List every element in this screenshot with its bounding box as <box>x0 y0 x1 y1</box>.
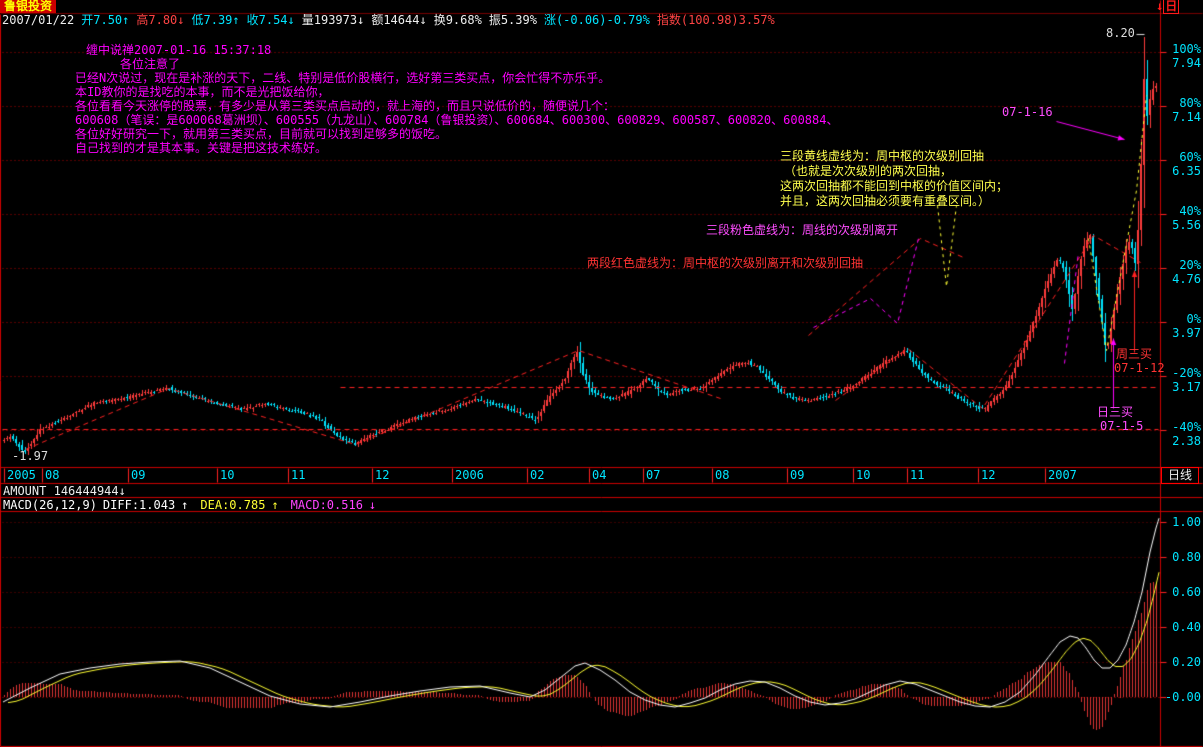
date-axis-label-3: 10 <box>220 469 234 482</box>
macd-diff-value: DIFF:1.043↑ <box>103 498 194 512</box>
date-axis-label-6: 2006 <box>455 469 484 482</box>
yellow-note-line1: 三段黄线虚线为：周中枢的次级别回抽 <box>780 150 984 163</box>
quote-field-9: 涨(-0.06)-0.79% <box>544 13 650 27</box>
quote-field-2: 高7.80↓ <box>136 13 184 27</box>
price-scale-pct-6: -20% <box>1161 367 1201 380</box>
date-axis-label-1: 08 <box>45 469 59 482</box>
quote-field-1: 开7.50↑ <box>81 13 129 27</box>
date-axis-label-0: 2005 <box>7 469 36 482</box>
yellow-note-line4: 并且，这两次回抽必须要有重叠区间。） <box>780 195 990 208</box>
commentary-line-2: 各位注意了 <box>120 58 180 71</box>
day-buy-label: 日三买 <box>1097 406 1133 419</box>
daily-period-icon: 日 <box>1163 0 1179 14</box>
down-arrow-icon: ↓ <box>369 498 376 512</box>
amount-label: AMOUNT <box>3 484 46 498</box>
date-axis-label-8: 04 <box>592 469 606 482</box>
quote-field-4: 收7.54↓ <box>247 13 295 27</box>
day-buy-date: 07-1-5 <box>1100 420 1143 433</box>
quote-field-6: 额14644↓ <box>371 13 426 27</box>
price-scale-value-6: 3.17 <box>1161 381 1201 394</box>
commentary-line-8: 自己找到的才是其本事。关键是把这技术练好。 <box>75 142 327 155</box>
date-callout-0716: 07-1-16 <box>1002 106 1053 119</box>
macd-params: MACD(26,12,9) <box>3 498 97 512</box>
macd-scale-value-2: 0.60 <box>1161 586 1201 599</box>
commentary-line-3: 已经N次说过，现在是补涨的天下，二线、特别是低价股横行，选好第三类买点，你会忙得… <box>75 72 610 85</box>
quote-field-5: 量193973↓ <box>302 13 365 27</box>
macd-scale-value-3: 0.40 <box>1161 621 1201 634</box>
price-scale-value-7: 2.38 <box>1161 435 1201 448</box>
price-scale-pct-7: -40% <box>1161 421 1201 434</box>
date-axis-label-14: 12 <box>981 469 995 482</box>
week-buy-date: 07-1-12 <box>1114 362 1165 375</box>
price-scale-value-0: 7.94 <box>1161 57 1201 70</box>
quote-date: 2007/01/22 <box>2 13 74 27</box>
date-axis-label-11: 09 <box>790 469 804 482</box>
quote-bar: 2007/01/22 开7.50↑ 高7.80↓ 低7.39↑ 收7.54↓ 量19397… <box>2 14 789 27</box>
high-price-label: 8.20 <box>1106 27 1135 40</box>
date-axis-label-4: 11 <box>291 469 305 482</box>
period-label-daily[interactable]: 日线 <box>1161 467 1199 484</box>
price-scale-pct-0: 100% <box>1161 43 1201 56</box>
amount-value: 146444944 <box>54 484 119 498</box>
app-window: 鲁银投资 ↓日 2007/01/22开7.50↑高7.80↓低7.39↑收7.5… <box>0 0 1203 747</box>
commentary-line-6: 600608（笔误：是600068葛洲坝）、600555（九龙山）、600784… <box>75 114 838 127</box>
amount-arrow-icon: ↓ <box>119 484 126 498</box>
quote-field-10: 指数(100.98)3.57% <box>657 13 775 27</box>
price-scale-pct-2: 60% <box>1161 151 1201 164</box>
price-scale-value-5: 3.97 <box>1161 327 1201 340</box>
macd-macd-value: MACD:0.516↓ <box>291 498 382 512</box>
commentary-line-5: 各位看看今天涨停的股票，有多少是从第三类买点启动的，就上海的，而且只说低价的，随… <box>75 100 615 113</box>
stock-title: 鲁银投资 <box>0 0 56 13</box>
week-buy-label: 周三买 <box>1116 348 1152 361</box>
macd-scale-value-4: 0.20 <box>1161 656 1201 669</box>
up-arrow-icon: ↑ <box>271 498 278 512</box>
yellow-note-line3: 这两次回抽都不能回到中枢的价值区间内； <box>780 180 1008 193</box>
date-axis-label-12: 10 <box>856 469 870 482</box>
price-scale-pct-1: 80% <box>1161 97 1201 110</box>
low-price-label: -1.97 <box>12 450 48 463</box>
price-scale-pct-3: 40% <box>1161 205 1201 218</box>
quote-fields: 开7.50↑ 高7.80↓ 低7.39↑ 收7.54↓ 量193973↓ 额14644↓ 换… <box>81 13 782 27</box>
date-axis-label-13: 11 <box>910 469 924 482</box>
amount-row: AMOUNT 146444944↓ <box>3 485 126 497</box>
price-scale-value-4: 4.76 <box>1161 273 1201 286</box>
commentary-line-1: 缠中说禅2007-01-16 15:37:18 <box>86 44 271 57</box>
macd-scale-value-1: 0.80 <box>1161 551 1201 564</box>
macd-dea-value: DEA:0.785↑ <box>200 498 284 512</box>
price-scale-value-1: 7.14 <box>1161 111 1201 124</box>
quote-field-7: 换9.68% <box>434 13 482 27</box>
quote-field-3: 低7.39↑ <box>192 13 240 27</box>
commentary-line-7: 各位好好研究一下，就用第三类买点，目前就可以找到足够多的饭吃。 <box>75 128 447 141</box>
price-scale-pct-5: 0% <box>1161 313 1201 326</box>
red-note: 两段红色虚线为：周中枢的次级别离开和次级别回抽 <box>587 257 863 270</box>
yellow-note-line2: （也就是次次级别的两次回抽， <box>784 165 952 178</box>
up-arrow-icon: ↑ <box>181 498 188 512</box>
date-axis-label-2: 09 <box>131 469 145 482</box>
price-scale-value-2: 6.35 <box>1161 165 1201 178</box>
price-scale-value-3: 5.56 <box>1161 219 1201 232</box>
date-axis-label-5: 12 <box>375 469 389 482</box>
commentary-line-4: 本ID教你的是找吃的本事，而不是光把饭给你， <box>75 86 329 99</box>
macd-header: MACD(26,12,9) DIFF:1.043↑ DEA:0.785↑ MACD:0… <box>3 499 388 511</box>
date-axis-label-15: 2007 <box>1048 469 1077 482</box>
date-axis-label-7: 02 <box>530 469 544 482</box>
period-toggle-icon[interactable]: ↓日 <box>1156 0 1179 13</box>
date-axis-label-9: 07 <box>646 469 660 482</box>
price-scale-pct-4: 20% <box>1161 259 1201 272</box>
date-axis-label-10: 08 <box>715 469 729 482</box>
macd-scale-value-5: -0.00 <box>1161 691 1201 704</box>
macd-scale-value-0: 1.00 <box>1161 516 1201 529</box>
pink-note: 三段粉色虚线为：周线的次级别离开 <box>706 224 898 237</box>
quote-field-8: 振5.39% <box>489 13 537 27</box>
